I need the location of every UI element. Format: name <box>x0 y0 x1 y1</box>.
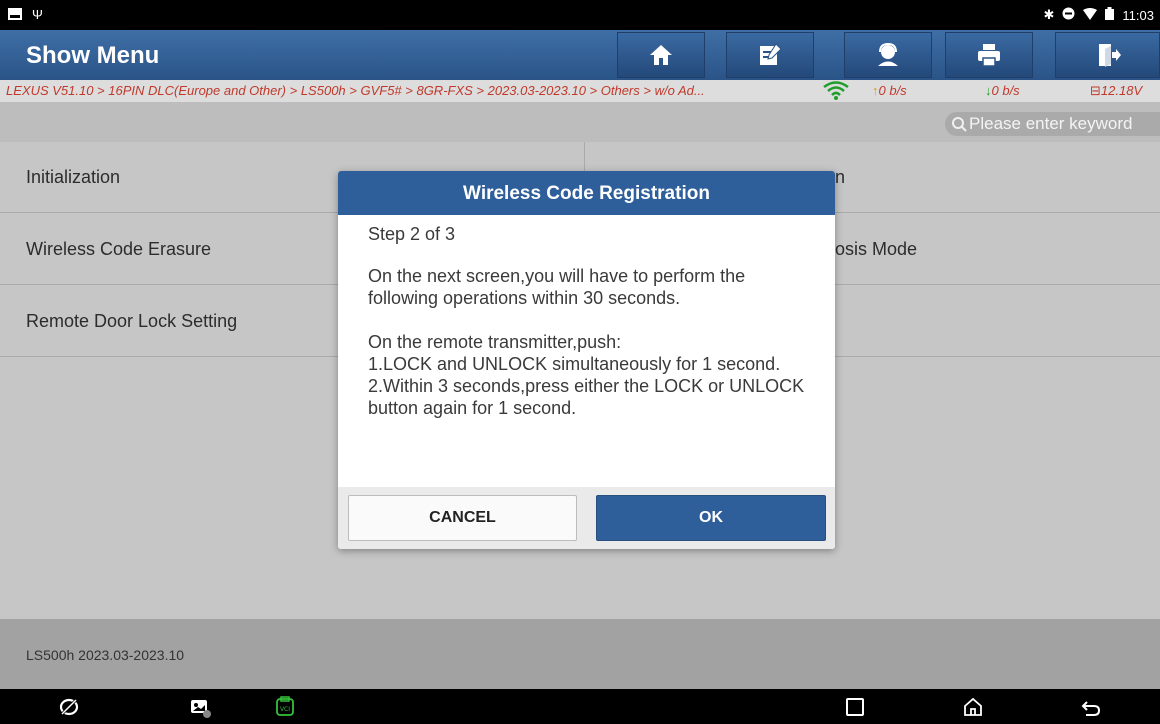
battery-icon <box>1105 7 1115 23</box>
back-icon <box>1081 701 1101 716</box>
wifi-icon <box>1083 7 1098 23</box>
ok-button[interactable]: OK <box>596 495 826 541</box>
remote-support-icon <box>878 42 898 66</box>
dnd-icon <box>1062 7 1075 23</box>
wireless-code-registration-dialog: Wireless Code Registration Step 2 of 3 O… <box>338 171 835 549</box>
page-title: Show Menu <box>26 42 160 69</box>
app-header: Show Menu <box>0 30 1160 80</box>
search-placeholder: Please enter keyword <box>969 114 1133 133</box>
exit-button[interactable] <box>1055 32 1160 78</box>
search-input[interactable]: Please enter keyword <box>945 112 1160 136</box>
back-button[interactable] <box>1076 693 1106 721</box>
home-nav-button[interactable] <box>958 693 988 721</box>
edit-report-button[interactable] <box>726 32 814 78</box>
breadcrumb: LEXUS V51.10 > 16PIN DLC(Europe and Othe… <box>0 80 1160 102</box>
download-rate: ↓0 b/s <box>985 83 1020 98</box>
gallery-icon <box>191 700 211 718</box>
usb-icon: Ψ <box>32 7 43 22</box>
home-button[interactable] <box>617 32 705 78</box>
home-nav-icon <box>964 697 982 716</box>
print-icon <box>978 44 1000 67</box>
screenshot-button[interactable] <box>185 693 215 721</box>
dialog-instruction-line: 2.Within 3 seconds,press either the LOCK… <box>368 376 805 418</box>
status-bar: Ψ ✱ 11:03 <box>0 0 1160 30</box>
bluetooth-icon: ✱ <box>1043 7 1055 22</box>
svg-text:VCI: VCI <box>280 706 290 713</box>
recent-apps-button[interactable] <box>840 693 870 721</box>
dialog-body: Step 2 of 3 On the next screen,you will … <box>338 215 835 487</box>
screenshot-icon <box>8 7 22 23</box>
browser-button[interactable] <box>54 693 84 721</box>
dialog-instruction-line: On the remote transmitter,push: <box>368 332 622 352</box>
breadcrumb-path: LEXUS V51.10 > 16PIN DLC(Europe and Othe… <box>6 83 705 98</box>
dialog-title: Wireless Code Registration <box>338 171 835 215</box>
edit-report-icon <box>760 43 782 65</box>
upload-rate: ↑0 b/s <box>872 83 907 98</box>
vci-button[interactable]: VCI <box>270 693 300 721</box>
battery-voltage: ⊟12.18V <box>1090 83 1143 98</box>
home-icon <box>650 45 672 65</box>
navigation-bar: VCI <box>0 689 1160 724</box>
search-bar-row: Please enter keyword <box>0 102 1160 142</box>
browser-icon <box>59 697 79 717</box>
vci-icon: VCI <box>276 696 294 716</box>
dialog-step: Step 2 of 3 <box>368 224 456 244</box>
cancel-button[interactable]: CANCEL <box>348 495 577 541</box>
car-battery-icon: ⊟ <box>1090 83 1101 98</box>
dialog-instruction-2: On the remote transmitter,push: 1.LOCK a… <box>368 331 805 419</box>
dialog-instruction-1: On the next screen,you will have to perf… <box>368 266 746 308</box>
exit-icon <box>1098 44 1121 67</box>
recent-apps-icon <box>846 698 864 716</box>
dialog-actions: CANCEL OK <box>338 487 835 549</box>
clock: 11:03 <box>1122 7 1154 23</box>
remote-support-button[interactable] <box>844 32 932 78</box>
dialog-instruction-line: 1.LOCK and UNLOCK simultaneously for 1 s… <box>368 354 781 374</box>
print-button[interactable] <box>945 32 1033 78</box>
vehicle-info-footer: LS500h 2023.03-2023.10 <box>0 619 1160 689</box>
search-icon <box>952 117 967 132</box>
vehicle-info: LS500h 2023.03-2023.10 <box>26 647 185 663</box>
vci-wifi-icon <box>822 81 850 104</box>
